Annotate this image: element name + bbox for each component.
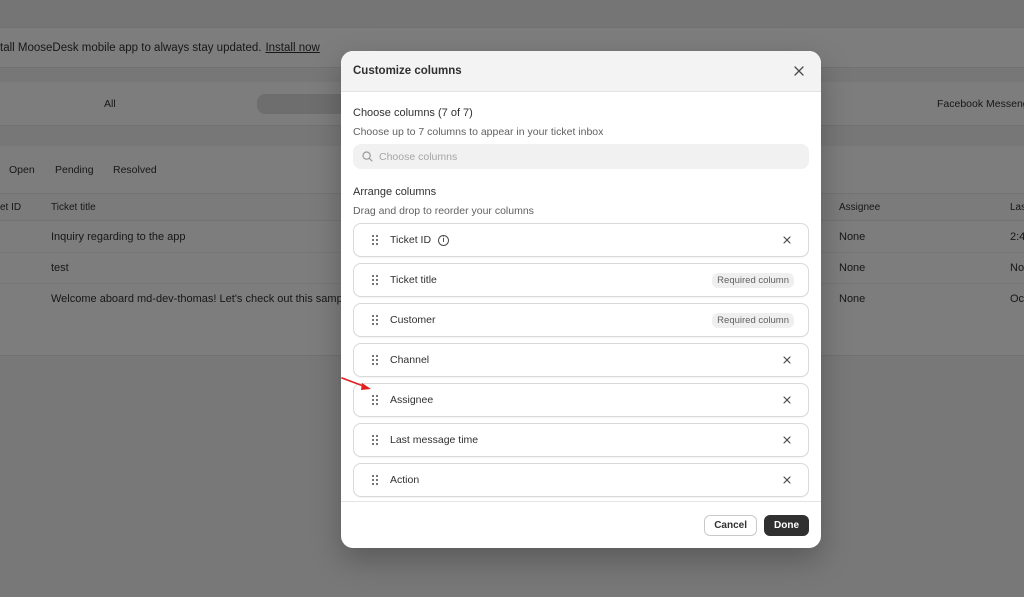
column-label: Last message time [390,434,479,446]
column-label: Customer [390,314,436,326]
close-icon [783,476,791,484]
cancel-button[interactable]: Cancel [704,514,757,536]
close-icon [783,436,791,444]
close-icon [783,236,791,244]
drag-handle-icon[interactable] [372,434,380,446]
modal-title: Customize columns [353,65,462,77]
drag-handle-icon[interactable] [372,274,380,286]
drag-handle-icon[interactable] [372,234,380,246]
close-button[interactable] [789,61,809,81]
column-item-assignee[interactable]: Assignee [353,383,809,417]
column-label: Assignee [390,394,434,406]
drag-handle-icon[interactable] [372,394,380,406]
arrange-columns-title: Arrange columns [353,186,437,198]
modal-footer: Cancel Done [341,501,821,548]
drag-handle-icon[interactable] [372,314,380,326]
annotation-arrow-icon [341,377,371,390]
choose-columns-subtitle: Choose up to 7 columns to appear in your… [353,126,604,138]
info-icon[interactable]: i [438,234,450,246]
remove-column-button[interactable] [780,353,794,367]
column-list: Ticket ID i Ticket title Required column… [353,223,809,497]
remove-column-button[interactable] [780,393,794,407]
column-label: Channel [390,354,430,366]
modal-body: Choose columns (7 of 7) Choose up to 7 c… [341,92,821,497]
customize-columns-modal: Customize columns Choose columns (7 of 7… [341,51,821,548]
close-icon [794,66,804,76]
close-icon [783,356,791,364]
required-column-badge: Required column [712,272,794,288]
choose-columns-input[interactable] [379,150,800,163]
modal-header: Customize columns [341,51,821,92]
column-label: Action [390,474,420,486]
column-label: Ticket title [390,274,437,286]
search-icon [362,151,373,162]
column-item-action[interactable]: Action [353,463,809,497]
drag-handle-icon[interactable] [372,354,380,366]
remove-column-button[interactable] [780,433,794,447]
column-item-ticket-title[interactable]: Ticket title Required column [353,263,809,297]
column-item-last-message-time[interactable]: Last message time [353,423,809,457]
arrange-columns-subtitle: Drag and drop to reorder your columns [353,205,534,217]
choose-columns-search[interactable] [353,144,809,169]
required-column-badge: Required column [712,312,794,328]
choose-columns-title: Choose columns (7 of 7) [353,107,473,119]
remove-column-button[interactable] [780,473,794,487]
column-item-channel[interactable]: Channel [353,343,809,377]
column-label: Ticket ID [390,234,432,246]
column-item-ticket-id[interactable]: Ticket ID i [353,223,809,257]
column-item-customer[interactable]: Customer Required column [353,303,809,337]
done-button[interactable]: Done [764,514,809,536]
drag-handle-icon[interactable] [372,474,380,486]
close-icon [783,396,791,404]
remove-column-button[interactable] [780,233,794,247]
